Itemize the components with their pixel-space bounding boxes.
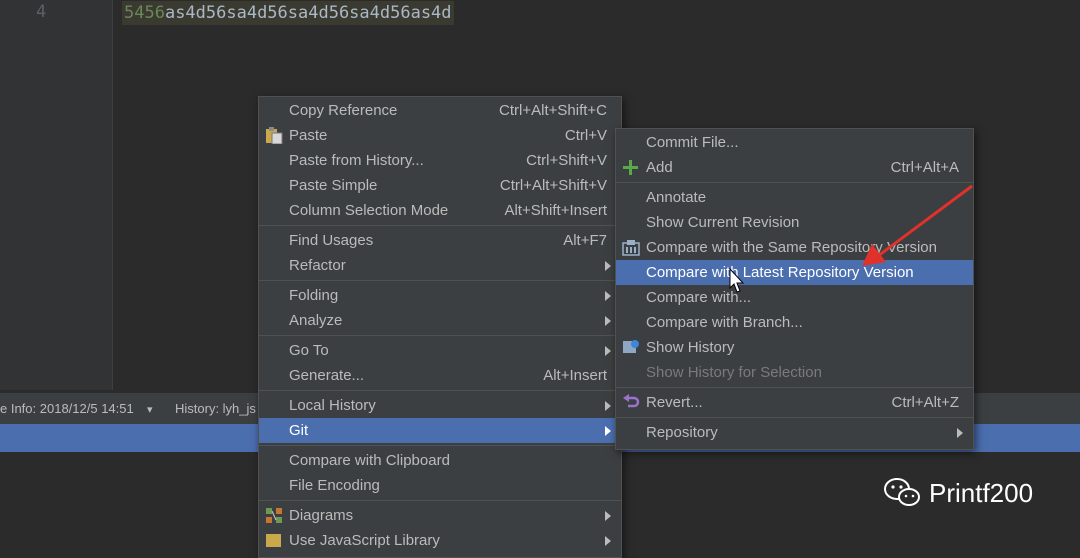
- annotation-arrow: [862, 184, 973, 266]
- watermark-text: Printf200: [929, 478, 1034, 508]
- watermark: Printf200: [884, 478, 1034, 509]
- mouse-cursor-icon: [729, 268, 745, 293]
- wechat-icon: [884, 478, 920, 506]
